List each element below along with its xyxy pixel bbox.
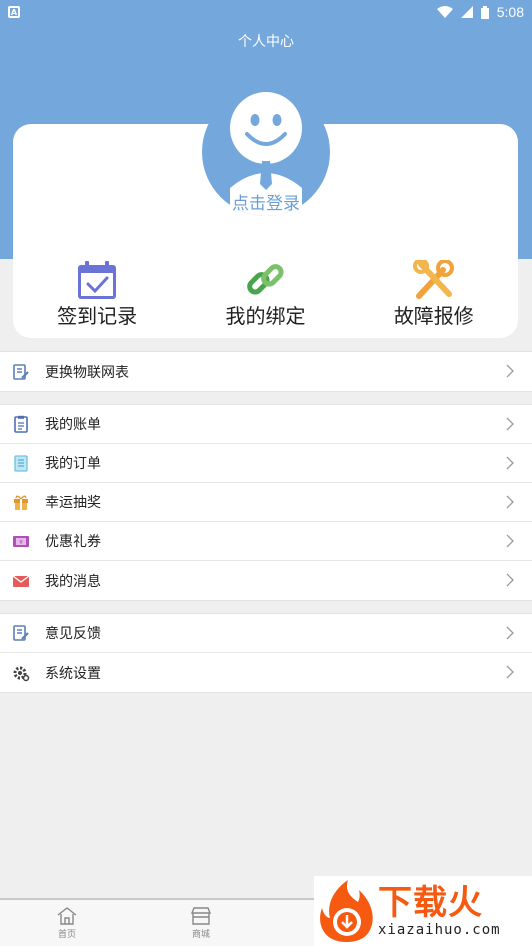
menu-item-lottery[interactable]: 幸运抽奖 — [0, 483, 532, 522]
menu-item-settings[interactable]: 系统设置 — [0, 653, 532, 692]
quick-action-checkin[interactable]: 签到记录 — [13, 258, 181, 338]
nav-label: 商城 — [191, 930, 210, 940]
order-icon — [12, 454, 30, 472]
chevron-right-icon — [506, 665, 514, 679]
menu-item-label: 幸运抽奖 — [45, 495, 101, 511]
chevron-right-icon — [506, 573, 514, 587]
calendar-check-icon — [78, 261, 117, 299]
flame-logo-icon — [320, 880, 373, 942]
wifi-icon — [436, 6, 453, 18]
link-icon — [247, 264, 285, 295]
nav-item-store[interactable]: 商城 — [134, 900, 268, 946]
wrench-icon — [412, 260, 454, 299]
menu-item-orders[interactable]: 我的订单 — [0, 444, 532, 483]
menu-group-account: 我的账单 我的订单 幸运抽奖 ¥ 优惠礼券 我的消息 — [0, 404, 532, 601]
mail-icon — [12, 572, 30, 590]
battery-icon — [480, 5, 489, 19]
menu-item-replace-meter[interactable]: 更换物联网表 — [0, 352, 532, 391]
menu-group-system: 意见反馈 系统设置 — [0, 613, 532, 693]
quick-action-binding[interactable]: 我的绑定 — [181, 258, 349, 338]
store-icon — [190, 907, 212, 925]
edit-doc-icon — [12, 363, 30, 381]
menu-item-coupons[interactable]: ¥ 优惠礼券 — [0, 522, 532, 561]
menu-group-device: 更换物联网表 — [0, 351, 532, 392]
signal-icon — [460, 6, 473, 18]
menu-item-label: 我的订单 — [45, 456, 101, 472]
svg-text:¥: ¥ — [19, 539, 23, 546]
menu-item-messages[interactable]: 我的消息 — [0, 561, 532, 600]
nav-label: 首页 — [57, 930, 76, 940]
nav-item-home[interactable]: 首页 — [0, 900, 134, 946]
chevron-right-icon — [506, 417, 514, 431]
quick-actions: 签到记录 我的绑定 故障报修 — [13, 258, 518, 338]
chevron-right-icon — [506, 456, 514, 470]
coupon-icon: ¥ — [12, 532, 30, 550]
chevron-right-icon — [506, 364, 514, 378]
feedback-icon — [12, 624, 30, 642]
chevron-right-icon — [506, 626, 514, 640]
watermark-title: 下载火 — [378, 883, 483, 923]
home-icon — [57, 907, 77, 925]
menu-item-label: 更换物联网表 — [45, 364, 129, 381]
settings-icon — [12, 664, 30, 682]
gift-icon — [12, 493, 30, 511]
status-bar: A 5:08 — [0, 0, 532, 24]
menu-item-bills[interactable]: 我的账单 — [0, 405, 532, 444]
chevron-right-icon — [506, 495, 514, 509]
menu-item-label: 我的消息 — [45, 573, 101, 590]
quick-action-label: 故障报修 — [393, 304, 474, 328]
menu-item-label: 意见反馈 — [45, 626, 101, 642]
menu-item-label: 我的账单 — [45, 417, 101, 433]
menu-item-feedback[interactable]: 意见反馈 — [0, 614, 532, 653]
menu-item-label: 优惠礼券 — [45, 534, 101, 550]
notification-icon: A — [8, 6, 20, 18]
menu-item-label: 系统设置 — [45, 665, 101, 682]
login-link[interactable]: 点击登录 — [0, 189, 532, 214]
quick-action-label: 签到记录 — [57, 304, 138, 328]
status-time: 5:08 — [496, 4, 524, 20]
watermark: 下载火 xiazaihuo.com — [314, 876, 532, 946]
bill-icon — [12, 415, 30, 433]
chevron-right-icon — [506, 534, 514, 548]
page-title: 个人中心 — [238, 34, 294, 50]
quick-action-repair[interactable]: 故障报修 — [350, 258, 518, 338]
watermark-subtitle: xiazaihuo.com — [378, 922, 501, 938]
quick-action-label: 我的绑定 — [225, 304, 306, 328]
